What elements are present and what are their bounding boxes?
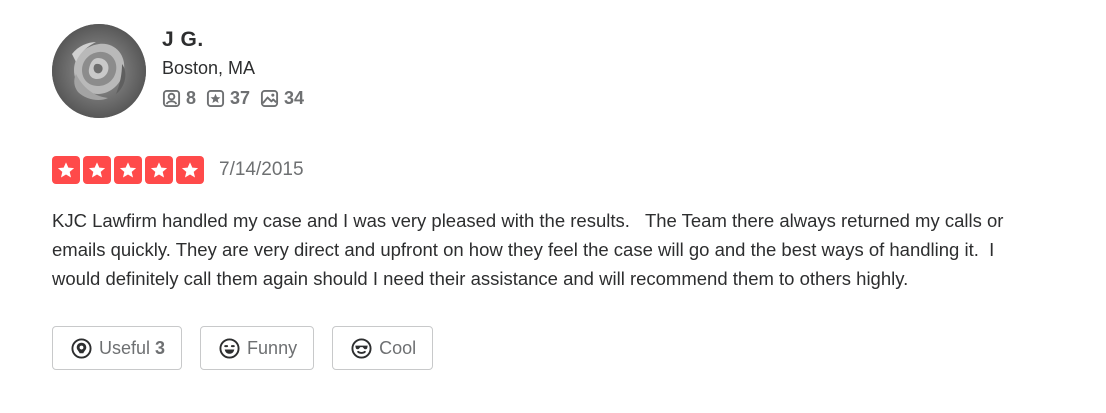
review-card: J G. Boston, MA 8 37 34 7/14/2015 KJC La… [52, 24, 1052, 370]
rose-photo-icon [52, 24, 146, 118]
star-icon [114, 156, 142, 184]
user-passport: J G. Boston, MA 8 37 34 [52, 24, 1052, 118]
review-star-icon [206, 89, 225, 108]
photo-count-stat: 34 [260, 88, 304, 109]
sunglasses-face-icon [351, 337, 372, 359]
user-location: Boston, MA [162, 58, 256, 78]
photo-count: 34 [284, 88, 305, 108]
review-text: KJC Lawfirm handled my case and I was ve… [52, 210, 1009, 289]
cool-button[interactable]: Cool [332, 326, 434, 370]
user-stats: 8 37 34 [162, 88, 314, 109]
rating-row: 7/14/2015 [52, 156, 1052, 184]
useful-label: Useful [99, 337, 151, 358]
star-rating [52, 156, 207, 184]
photo-icon [260, 89, 279, 108]
avatar[interactable] [52, 24, 146, 118]
cool-label: Cool [379, 337, 417, 358]
friend-count-stat: 8 [162, 88, 196, 109]
user-name[interactable]: J G. [162, 28, 314, 52]
user-info: J G. Boston, MA 8 37 34 [162, 24, 314, 109]
star-icon [176, 156, 204, 184]
lightbulb-icon [71, 337, 92, 359]
laughing-face-icon [219, 337, 240, 359]
useful-button[interactable]: Useful 3 [52, 326, 183, 370]
funny-label: Funny [247, 337, 298, 358]
star-icon [145, 156, 173, 184]
useful-count: 3 [155, 337, 166, 358]
review-count-stat: 37 [206, 88, 250, 109]
review-date: 7/14/2015 [219, 159, 304, 180]
star-icon [52, 156, 80, 184]
friends-icon [162, 89, 181, 108]
reaction-buttons: Useful 3 Funny Cool [52, 326, 1052, 370]
star-icon [83, 156, 111, 184]
review-count: 37 [230, 88, 251, 108]
funny-button[interactable]: Funny [200, 326, 315, 370]
friend-count: 8 [186, 88, 197, 108]
